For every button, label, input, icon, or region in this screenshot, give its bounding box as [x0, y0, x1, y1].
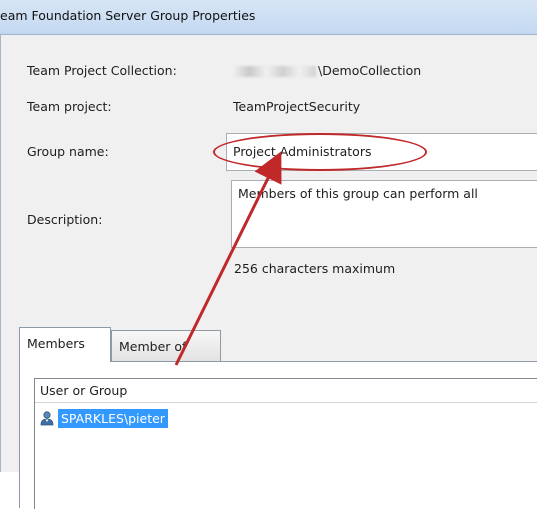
description-input[interactable]: Members of this group can perform all	[231, 180, 537, 248]
description-text: Members of this group can perform all	[238, 186, 478, 201]
group-name-input[interactable]: Project Administrators	[226, 133, 537, 171]
collection-path: \DemoCollection	[318, 63, 422, 78]
members-list[interactable]: User or Group SPARKLES\pieter	[34, 378, 537, 509]
title-bar: eam Foundation Server Group Properties	[0, 0, 537, 35]
tab-members[interactable]: Members	[19, 327, 111, 362]
project-value: TeamProjectSecurity	[233, 99, 361, 114]
redacted-server-name	[233, 66, 316, 77]
project-label: Team project:	[27, 99, 112, 114]
collection-value: \DemoCollection	[233, 63, 421, 78]
tab-member-of[interactable]: Member of	[111, 330, 221, 361]
window-title: eam Foundation Server Group Properties	[0, 8, 256, 23]
member-name: SPARKLES\pieter	[58, 408, 168, 428]
char-limit-note: 256 characters maximum	[234, 261, 396, 276]
list-item[interactable]: SPARKLES\pieter	[39, 408, 168, 428]
collection-label: Team Project Collection:	[27, 63, 177, 78]
description-label: Description:	[27, 212, 103, 227]
column-header-user-or-group[interactable]: User or Group	[35, 379, 537, 403]
group-properties-dialog: Team Project Collection: \DemoCollection…	[0, 35, 537, 509]
group-name-text: Project Administrators	[233, 144, 372, 159]
members-tab-panel: User or Group SPARKLES\pieter	[19, 361, 537, 509]
group-name-label: Group name:	[27, 144, 109, 159]
user-icon	[40, 411, 54, 426]
